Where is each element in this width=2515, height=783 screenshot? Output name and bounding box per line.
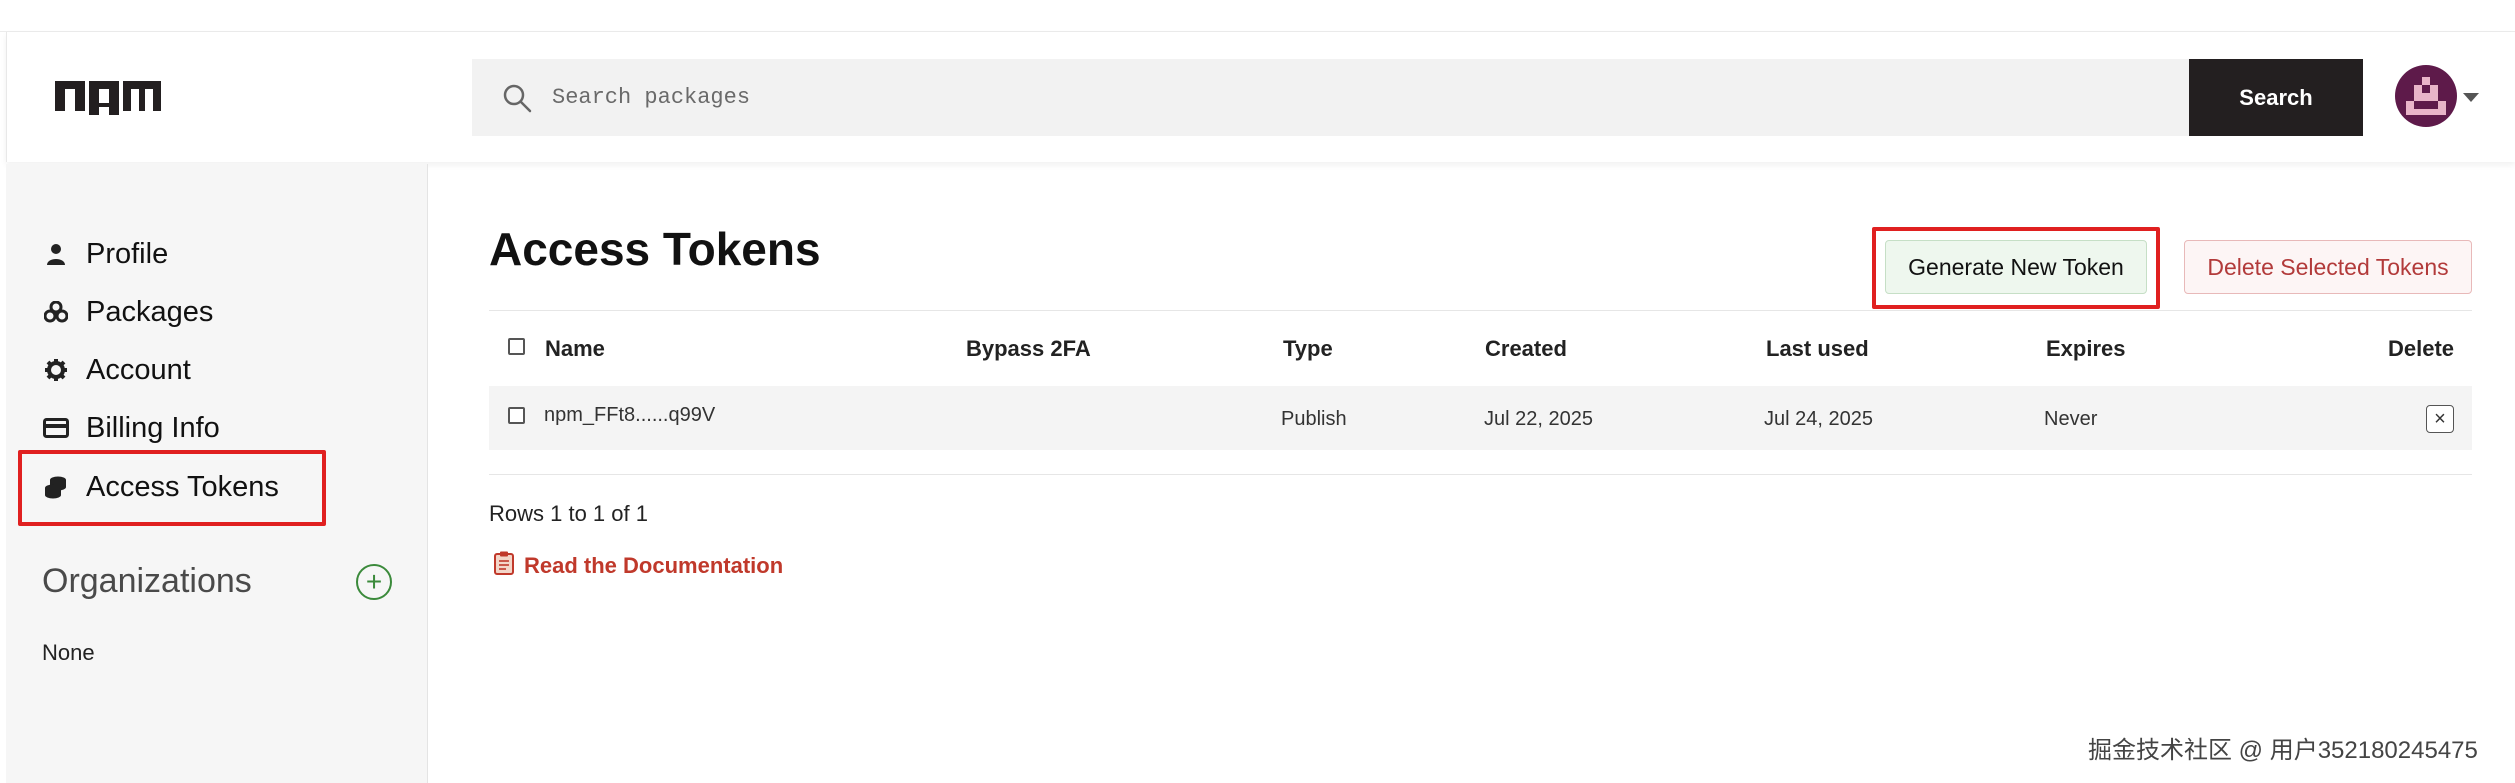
clipboard-icon <box>494 551 514 581</box>
packages-icon <box>40 301 72 323</box>
search-bar <box>472 59 2190 136</box>
column-header-delete: Delete <box>2388 336 2455 361</box>
page-title: Access Tokens <box>489 223 821 275</box>
sidebar-item-packages[interactable]: Packages <box>40 292 213 332</box>
divider <box>489 474 2472 475</box>
sidebar-item-label: Packages <box>86 295 214 328</box>
rows-count: Rows 1 to 1 of 1 <box>489 501 648 526</box>
sidebar-item-label: Billing Info <box>86 411 220 444</box>
column-header-bypass-2fa[interactable]: Bypass 2FA <box>966 336 1091 362</box>
organizations-empty: None <box>42 640 95 665</box>
column-header-type[interactable]: Type <box>1283 336 1333 362</box>
chevron-down-icon[interactable] <box>2463 90 2479 108</box>
sidebar-item-profile[interactable]: Profile <box>40 234 168 274</box>
column-header-last-used[interactable]: Last used <box>1766 336 1869 362</box>
sidebar-item-account[interactable]: Account <box>40 350 191 390</box>
npm-logo[interactable] <box>55 81 161 120</box>
table-row <box>489 386 2472 450</box>
divider <box>489 310 2472 311</box>
top-strip <box>0 0 2515 32</box>
npm-logo-icon <box>55 81 161 115</box>
watermark: 掘金技术社区 @ 用户352180245475 <box>2088 737 2478 764</box>
gear-icon <box>40 359 72 381</box>
pixel-avatar-icon <box>2406 77 2446 115</box>
column-header-created[interactable]: Created <box>1485 336 1567 362</box>
avatar[interactable] <box>2395 65 2457 127</box>
sidebar-item-label: Profile <box>86 237 169 270</box>
token-created: Jul 22, 2025 <box>1484 408 1593 430</box>
credit-card-icon <box>40 418 72 438</box>
token-expires: Never <box>2044 408 2098 430</box>
sidebar-item-label: Account <box>86 353 191 386</box>
column-header-name[interactable]: Name <box>545 336 605 362</box>
token-name: npm_FFt8......q99V <box>544 404 716 426</box>
search-input[interactable] <box>552 59 2152 136</box>
search-icon <box>502 83 532 118</box>
documentation-link[interactable]: Read the Documentation <box>494 551 783 581</box>
delete-selected-tokens-button[interactable]: Delete Selected Tokens <box>2184 240 2472 294</box>
token-last-used: Jul 24, 2025 <box>1764 408 1873 430</box>
row-checkbox[interactable] <box>508 407 525 424</box>
site-header: Search <box>6 32 2515 162</box>
highlight-box-access-tokens <box>18 450 326 526</box>
user-icon <box>40 243 72 265</box>
highlight-box-generate-token <box>1872 227 2160 309</box>
token-type: Publish <box>1281 408 1347 430</box>
select-all-checkbox[interactable] <box>508 338 525 355</box>
add-organization-button[interactable]: + <box>356 564 392 600</box>
search-button[interactable]: Search <box>2189 59 2363 136</box>
sidebar-item-billing-info[interactable]: Billing Info <box>40 408 220 448</box>
organizations-title: Organizations <box>42 562 252 600</box>
sidebar: Profile Packages Account Billing Info Ac… <box>6 164 428 783</box>
documentation-link-label: Read the Documentation <box>524 553 784 578</box>
delete-token-button[interactable]: × <box>2426 405 2454 433</box>
column-header-expires[interactable]: Expires <box>2046 336 2126 362</box>
